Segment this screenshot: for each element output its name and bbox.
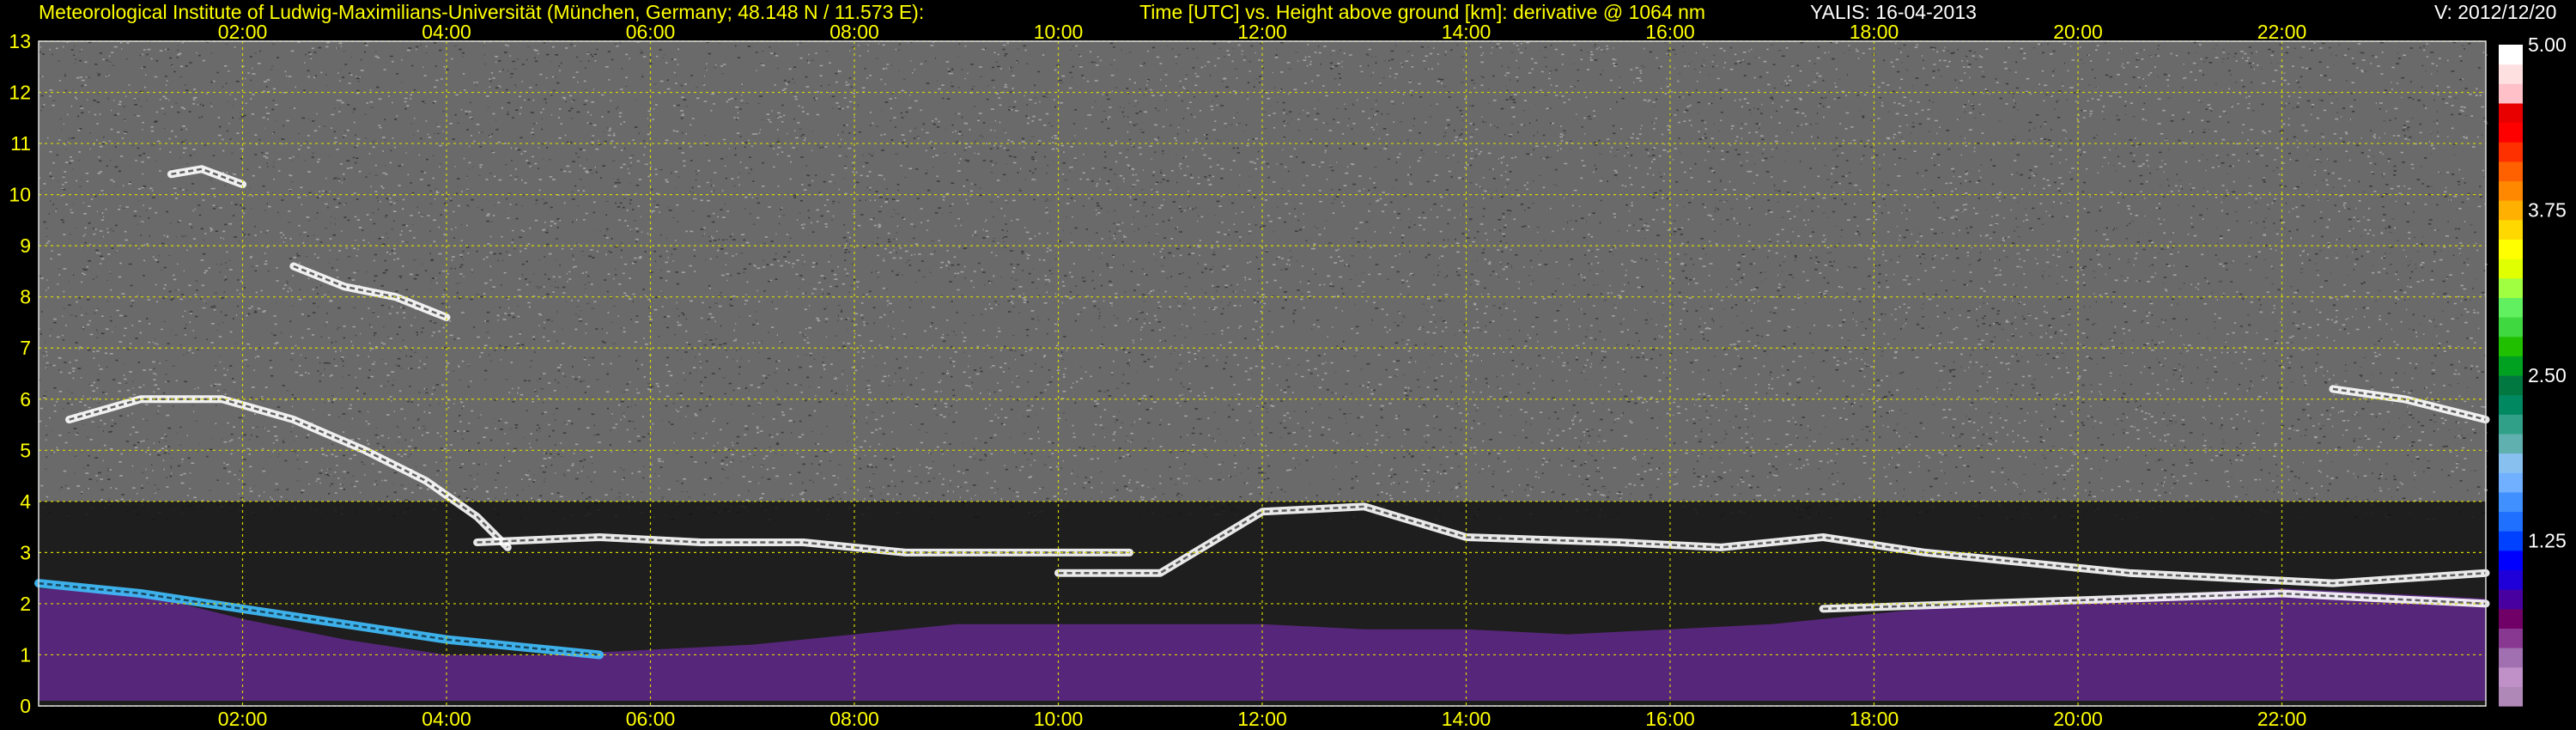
colorbar-swatch-3 bbox=[2499, 628, 2523, 648]
colorbar-swatch-12 bbox=[2499, 453, 2523, 473]
colorbar-swatch-29 bbox=[2499, 122, 2523, 143]
colorbar-swatch-32 bbox=[2499, 64, 2523, 84]
colorbar-swatch-24 bbox=[2499, 219, 2523, 240]
colorbar-label-1: 2.50 bbox=[2528, 364, 2567, 386]
x-tick-bottom-0: 02:00 bbox=[218, 708, 268, 730]
x-tick-bottom-8: 18:00 bbox=[1850, 708, 1899, 730]
x-tick-bottom-9: 20:00 bbox=[2053, 708, 2103, 730]
colorbar: 1.25 2.50 3.75 5.00 bbox=[2499, 33, 2567, 707]
colorbar-label-0: 1.25 bbox=[2528, 530, 2567, 552]
colorbar-swatch-27 bbox=[2499, 161, 2523, 182]
y-tick-0: 0 bbox=[20, 695, 31, 717]
colorbar-swatch-13 bbox=[2499, 433, 2523, 454]
x-tick-bottom-3: 08:00 bbox=[829, 708, 879, 730]
colorbar-swatch-33 bbox=[2499, 45, 2523, 65]
colorbar-swatch-11 bbox=[2499, 472, 2523, 493]
colorbar-swatch-2 bbox=[2499, 648, 2523, 668]
colorbar-swatch-6 bbox=[2499, 569, 2523, 590]
header-station-date: YALIS: 16-04-2013 bbox=[1810, 1, 1977, 23]
colorbar-swatch-10 bbox=[2499, 491, 2523, 513]
colorbar-label-2: 3.75 bbox=[2528, 199, 2567, 222]
x-tick-top-10: 22:00 bbox=[2257, 21, 2307, 43]
y-tick-3: 3 bbox=[20, 541, 31, 563]
y-tick-2: 2 bbox=[20, 593, 31, 615]
y-tick-10: 10 bbox=[9, 184, 31, 206]
x-tick-bottom-7: 16:00 bbox=[1645, 708, 1695, 730]
header-version: V: 2012/12/20 bbox=[2434, 1, 2557, 23]
x-tick-top-4: 10:00 bbox=[1034, 21, 1084, 43]
colorbar-swatch-7 bbox=[2499, 550, 2523, 570]
colorbar-swatch-4 bbox=[2499, 608, 2523, 629]
x-tick-bottom-4: 10:00 bbox=[1034, 708, 1084, 730]
y-tick-8: 8 bbox=[20, 286, 31, 308]
colorbar-swatch-14 bbox=[2499, 414, 2523, 435]
y-tick-4: 4 bbox=[20, 490, 31, 513]
colorbar-swatch-19 bbox=[2499, 317, 2523, 338]
colorbar-swatch-8 bbox=[2499, 531, 2523, 551]
colorbar-swatch-0 bbox=[2499, 686, 2523, 707]
colorbar-label-3: 5.00 bbox=[2528, 33, 2567, 56]
x-tick-bottom-2: 06:00 bbox=[626, 708, 676, 730]
colorbar-swatch-17 bbox=[2499, 356, 2523, 376]
colorbar-swatch-30 bbox=[2499, 102, 2523, 124]
y-tick-6: 6 bbox=[20, 388, 31, 411]
y-tick-12: 12 bbox=[9, 82, 31, 104]
colorbar-swatch-31 bbox=[2499, 83, 2523, 104]
y-axis: 012345678910111213 bbox=[9, 30, 31, 717]
colorbar-swatch-25 bbox=[2499, 200, 2523, 221]
colorbar-swatch-28 bbox=[2499, 142, 2523, 162]
colorbar-swatch-21 bbox=[2499, 277, 2523, 298]
y-tick-7: 7 bbox=[20, 337, 31, 359]
y-tick-1: 1 bbox=[20, 643, 31, 666]
colorbar-swatch-22 bbox=[2499, 259, 2523, 279]
colorbar-swatch-16 bbox=[2499, 375, 2523, 396]
header-institute: Meteorological Institute of Ludwig-Maxim… bbox=[39, 1, 925, 23]
colorbar-swatch-9 bbox=[2499, 511, 2523, 532]
x-tick-bottom-5: 12:00 bbox=[1237, 708, 1287, 730]
colorbar-swatch-1 bbox=[2499, 666, 2523, 687]
x-tick-bottom-1: 04:00 bbox=[422, 708, 471, 730]
colorbar-swatch-15 bbox=[2499, 394, 2523, 415]
x-tick-top-9: 20:00 bbox=[2053, 21, 2103, 43]
header-title: Time [UTC] vs. Height above ground [km]:… bbox=[1139, 1, 1706, 23]
x-axis-bottom: 02:00 04:00 06:00 08:00 10:00 12:00 14:00 16:00… bbox=[218, 708, 2307, 730]
y-tick-5: 5 bbox=[20, 439, 31, 461]
colorbar-swatch-23 bbox=[2499, 239, 2523, 259]
colorbar-swatch-18 bbox=[2499, 336, 2523, 356]
y-tick-13: 13 bbox=[9, 30, 31, 52]
colorbar-swatch-5 bbox=[2499, 589, 2523, 610]
x-tick-bottom-10: 22:00 bbox=[2257, 708, 2307, 730]
y-tick-9: 9 bbox=[20, 234, 31, 257]
colorbar-swatch-20 bbox=[2499, 297, 2523, 318]
y-tick-11: 11 bbox=[10, 132, 31, 155]
lidar-chart: 02:00 04:00 06:00 08:00 10:00 12:00 14:00 16:00… bbox=[9, 21, 2567, 730]
colorbar-swatch-26 bbox=[2499, 180, 2523, 201]
x-tick-bottom-6: 14:00 bbox=[1442, 708, 1492, 730]
